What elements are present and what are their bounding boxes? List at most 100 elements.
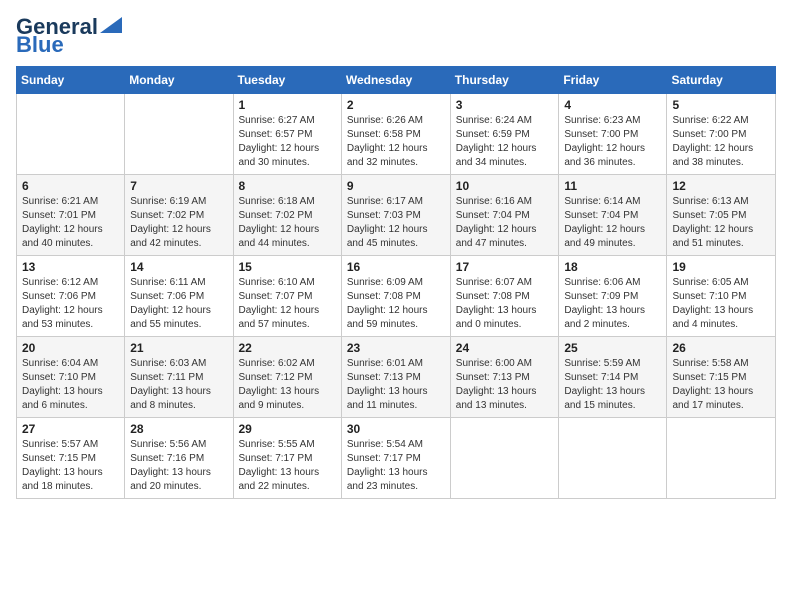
day-number: 7	[130, 179, 227, 193]
calendar-week-row: 6 Sunrise: 6:21 AM Sunset: 7:01 PM Daylig…	[17, 175, 776, 256]
day-number: 22	[239, 341, 336, 355]
day-content: Sunrise: 6:06 AM Sunset: 7:09 PM Dayligh…	[564, 276, 661, 332]
calendar-cell: 28Sunrise: 5:56 AM Sunset: 7:16 PM Dayli…	[125, 418, 233, 499]
calendar-cell: 7 Sunrise: 6:19 AM Sunset: 7:02 PM Daylig…	[125, 175, 233, 256]
day-content: Sunrise: 6:19 AM Sunset: 7:02 PM Dayligh…	[130, 195, 227, 251]
day-number: 2	[347, 98, 445, 112]
day-number: 15	[239, 260, 336, 274]
day-number: 1	[239, 98, 336, 112]
logo-blue-text: Blue	[16, 34, 64, 56]
day-content: Sunrise: 6:10 AM Sunset: 7:07 PM Dayligh…	[239, 276, 336, 332]
calendar-week-row: 27 Sunrise: 5:57 AM Sunset: 7:15 PM Dayli…	[17, 418, 776, 499]
day-number: 10	[456, 179, 554, 193]
calendar-cell	[559, 418, 667, 499]
calendar-cell: 20Sunrise: 6:04 AM Sunset: 7:10 PM Dayli…	[17, 337, 125, 418]
calendar-cell: 4Sunrise: 6:23 AM Sunset: 7:00 PM Daylig…	[559, 94, 667, 175]
day-number: 14	[130, 260, 227, 274]
calendar-cell	[17, 94, 125, 175]
calendar-cell: 14 Sunrise: 6:11 AM Sunset: 7:06 PM Dayli…	[125, 256, 233, 337]
day-content: Sunrise: 5:58 AM Sunset: 7:15 PM Dayligh…	[672, 357, 770, 413]
day-content: Sunrise: 5:55 AM Sunset: 7:17 PM Dayligh…	[239, 438, 336, 494]
day-number: 25	[564, 341, 661, 355]
day-number: 3	[456, 98, 554, 112]
calendar-cell: 5 Sunrise: 6:22 AM Sunset: 7:00 PM Daylig…	[667, 94, 776, 175]
day-content: Sunrise: 6:09 AM Sunset: 7:08 PM Dayligh…	[347, 276, 445, 332]
calendar: SundayMondayTuesdayWednesdayThursdayFrid…	[16, 66, 776, 499]
day-number: 29	[239, 422, 336, 436]
weekday-header: Wednesday	[341, 67, 450, 94]
logo: General Blue	[16, 16, 122, 56]
day-content: Sunrise: 6:01 AM Sunset: 7:13 PM Dayligh…	[347, 357, 445, 413]
calendar-cell: 15 Sunrise: 6:10 AM Sunset: 7:07 PM Dayli…	[233, 256, 341, 337]
day-number: 17	[456, 260, 554, 274]
day-number: 16	[347, 260, 445, 274]
calendar-cell: 16 Sunrise: 6:09 AM Sunset: 7:08 PM Dayli…	[341, 256, 450, 337]
day-number: 27	[22, 422, 119, 436]
day-content: Sunrise: 6:16 AM Sunset: 7:04 PM Dayligh…	[456, 195, 554, 251]
day-number: 19	[672, 260, 770, 274]
calendar-cell: 12 Sunrise: 6:13 AM Sunset: 7:05 PM Dayli…	[667, 175, 776, 256]
calendar-week-row: 13Sunrise: 6:12 AM Sunset: 7:06 PM Dayli…	[17, 256, 776, 337]
day-content: Sunrise: 6:17 AM Sunset: 7:03 PM Dayligh…	[347, 195, 445, 251]
day-number: 13	[22, 260, 119, 274]
day-content: Sunrise: 6:05 AM Sunset: 7:10 PM Dayligh…	[672, 276, 770, 332]
calendar-cell: 13Sunrise: 6:12 AM Sunset: 7:06 PM Dayli…	[17, 256, 125, 337]
calendar-cell: 27 Sunrise: 5:57 AM Sunset: 7:15 PM Dayli…	[17, 418, 125, 499]
day-content: Sunrise: 6:27 AM Sunset: 6:57 PM Dayligh…	[239, 114, 336, 170]
day-number: 18	[564, 260, 661, 274]
logo-icon	[100, 17, 122, 33]
day-content: Sunrise: 6:22 AM Sunset: 7:00 PM Dayligh…	[672, 114, 770, 170]
calendar-cell: 18 Sunrise: 6:06 AM Sunset: 7:09 PM Dayli…	[559, 256, 667, 337]
day-content: Sunrise: 6:11 AM Sunset: 7:06 PM Dayligh…	[130, 276, 227, 332]
day-content: Sunrise: 6:00 AM Sunset: 7:13 PM Dayligh…	[456, 357, 554, 413]
day-number: 28	[130, 422, 227, 436]
calendar-cell: 25 Sunrise: 5:59 AM Sunset: 7:14 PM Dayli…	[559, 337, 667, 418]
weekday-header: Saturday	[667, 67, 776, 94]
calendar-cell: 8Sunrise: 6:18 AM Sunset: 7:02 PM Daylig…	[233, 175, 341, 256]
day-content: Sunrise: 6:21 AM Sunset: 7:01 PM Dayligh…	[22, 195, 119, 251]
calendar-cell: 22 Sunrise: 6:02 AM Sunset: 7:12 PM Dayli…	[233, 337, 341, 418]
day-content: Sunrise: 6:18 AM Sunset: 7:02 PM Dayligh…	[239, 195, 336, 251]
day-content: Sunrise: 5:54 AM Sunset: 7:17 PM Dayligh…	[347, 438, 445, 494]
calendar-cell: 26Sunrise: 5:58 AM Sunset: 7:15 PM Dayli…	[667, 337, 776, 418]
weekday-header: Sunday	[17, 67, 125, 94]
weekday-header: Tuesday	[233, 67, 341, 94]
day-number: 6	[22, 179, 119, 193]
header: General Blue	[16, 16, 776, 56]
calendar-cell: 23 Sunrise: 6:01 AM Sunset: 7:13 PM Dayli…	[341, 337, 450, 418]
day-number: 20	[22, 341, 119, 355]
day-number: 12	[672, 179, 770, 193]
day-content: Sunrise: 5:59 AM Sunset: 7:14 PM Dayligh…	[564, 357, 661, 413]
calendar-week-row: 20Sunrise: 6:04 AM Sunset: 7:10 PM Dayli…	[17, 337, 776, 418]
weekday-header: Monday	[125, 67, 233, 94]
calendar-cell: 19 Sunrise: 6:05 AM Sunset: 7:10 PM Dayli…	[667, 256, 776, 337]
day-content: Sunrise: 6:03 AM Sunset: 7:11 PM Dayligh…	[130, 357, 227, 413]
day-content: Sunrise: 6:02 AM Sunset: 7:12 PM Dayligh…	[239, 357, 336, 413]
weekday-header: Thursday	[450, 67, 559, 94]
day-content: Sunrise: 6:13 AM Sunset: 7:05 PM Dayligh…	[672, 195, 770, 251]
day-number: 23	[347, 341, 445, 355]
calendar-cell: 10 Sunrise: 6:16 AM Sunset: 7:04 PM Dayli…	[450, 175, 559, 256]
calendar-cell: 6 Sunrise: 6:21 AM Sunset: 7:01 PM Daylig…	[17, 175, 125, 256]
calendar-week-row: 1 Sunrise: 6:27 AM Sunset: 6:57 PM Daylig…	[17, 94, 776, 175]
calendar-cell: 29 Sunrise: 5:55 AM Sunset: 7:17 PM Dayli…	[233, 418, 341, 499]
calendar-cell: 2Sunrise: 6:26 AM Sunset: 6:58 PM Daylig…	[341, 94, 450, 175]
calendar-cell: 30Sunrise: 5:54 AM Sunset: 7:17 PM Dayli…	[341, 418, 450, 499]
day-content: Sunrise: 6:23 AM Sunset: 7:00 PM Dayligh…	[564, 114, 661, 170]
day-content: Sunrise: 5:57 AM Sunset: 7:15 PM Dayligh…	[22, 438, 119, 494]
calendar-header: SundayMondayTuesdayWednesdayThursdayFrid…	[17, 67, 776, 94]
calendar-cell: 17 Sunrise: 6:07 AM Sunset: 7:08 PM Dayli…	[450, 256, 559, 337]
day-content: Sunrise: 6:24 AM Sunset: 6:59 PM Dayligh…	[456, 114, 554, 170]
calendar-cell: 9Sunrise: 6:17 AM Sunset: 7:03 PM Daylig…	[341, 175, 450, 256]
calendar-cell	[450, 418, 559, 499]
day-number: 11	[564, 179, 661, 193]
day-number: 21	[130, 341, 227, 355]
day-number: 24	[456, 341, 554, 355]
day-number: 5	[672, 98, 770, 112]
weekday-header: Friday	[559, 67, 667, 94]
calendar-cell	[125, 94, 233, 175]
calendar-cell: 21 Sunrise: 6:03 AM Sunset: 7:11 PM Dayli…	[125, 337, 233, 418]
day-content: Sunrise: 6:07 AM Sunset: 7:08 PM Dayligh…	[456, 276, 554, 332]
calendar-cell: 1 Sunrise: 6:27 AM Sunset: 6:57 PM Daylig…	[233, 94, 341, 175]
calendar-cell: 24 Sunrise: 6:00 AM Sunset: 7:13 PM Dayli…	[450, 337, 559, 418]
